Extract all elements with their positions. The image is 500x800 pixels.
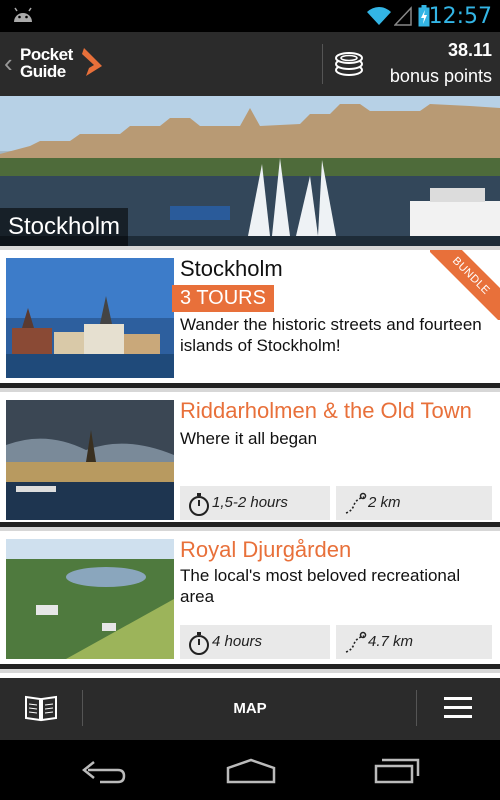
card-description: Wander the historic streets and fourteen…	[180, 315, 482, 355]
djurgarden-image	[6, 539, 174, 659]
android-icon	[14, 7, 32, 22]
duration-value: 1,5-2 hours	[212, 494, 288, 511]
route-icon	[345, 631, 367, 653]
banner-caption: Stockholm	[0, 208, 129, 246]
card-title: Royal Djurgården	[180, 537, 352, 562]
recent-apps-icon[interactable]	[374, 756, 420, 784]
status-clock: 12:57	[428, 4, 492, 29]
card-title: Stockholm	[180, 256, 283, 281]
back-chevron-icon[interactable]: ‹	[4, 48, 13, 79]
bonus-points-value: 38.11	[447, 40, 492, 60]
coins-icon[interactable]	[334, 48, 364, 78]
map-button[interactable]: MAP	[0, 700, 500, 717]
bundle-ribbon-label: BUNDLE	[430, 250, 500, 320]
tour-card-djurgarden[interactable]: Royal Djurgården The local's most belove…	[0, 531, 500, 669]
distance-value: 4.7 km	[368, 633, 414, 650]
logo-text: Pocket Guide	[20, 46, 73, 80]
distance-stat: 2 km	[336, 486, 492, 520]
duration-stat: 1,5-2 hours	[180, 486, 330, 520]
card-description: Where it all began	[180, 429, 318, 448]
card-thumbnail	[6, 400, 174, 520]
tour-list[interactable]: Stockholm 3 TOURS Wander the historic st…	[0, 246, 500, 678]
duration-stat: 4 hours	[180, 625, 330, 659]
system-nav-bar	[0, 740, 500, 800]
card-description: The local's most beloved recreational ar…	[180, 566, 461, 606]
distance-value: 2 km	[368, 494, 401, 511]
distance-stat: 4.7 km	[336, 625, 492, 659]
pocket-guide-logo[interactable]: Pocket Guide	[18, 42, 118, 86]
hamburger-menu-icon[interactable]	[444, 696, 472, 720]
tour-card-riddarholmen[interactable]: Riddarholmen & the Old Town Where it all…	[0, 392, 500, 527]
card-title: Riddarholmen & the Old Town	[180, 398, 472, 423]
city-banner[interactable]: Stockholm	[0, 96, 500, 246]
tours-count-badge: 3 TOURS	[172, 285, 274, 312]
route-icon	[345, 492, 367, 514]
logo-arrow-icon	[82, 48, 102, 76]
logo-line-2: Guide	[20, 62, 66, 81]
signal-icon	[394, 6, 412, 26]
status-bar: 12:57	[0, 0, 500, 32]
card-thumbnail	[6, 539, 174, 659]
stockholm-skyline-image	[6, 258, 174, 378]
stopwatch-icon	[189, 493, 209, 516]
bundle-card-stockholm[interactable]: Stockholm 3 TOURS Wander the historic st…	[0, 250, 500, 388]
bottom-bar-divider-right	[416, 690, 417, 726]
stopwatch-icon	[189, 632, 209, 655]
bundle-ribbon: BUNDLE	[430, 250, 500, 320]
back-icon[interactable]	[80, 756, 126, 784]
action-bar: ‹ Pocket Guide 38.11 bonus points	[0, 32, 500, 96]
old-town-image	[6, 400, 174, 520]
card-thumbnail	[6, 258, 174, 378]
bonus-points-label: bonus points	[389, 66, 492, 86]
home-icon[interactable]	[226, 756, 276, 784]
bottom-bar: MAP	[0, 678, 500, 740]
duration-value: 4 hours	[212, 633, 263, 650]
logo-line-1: Pocket	[20, 45, 73, 64]
action-bar-divider	[322, 44, 323, 84]
wifi-icon	[367, 7, 391, 25]
